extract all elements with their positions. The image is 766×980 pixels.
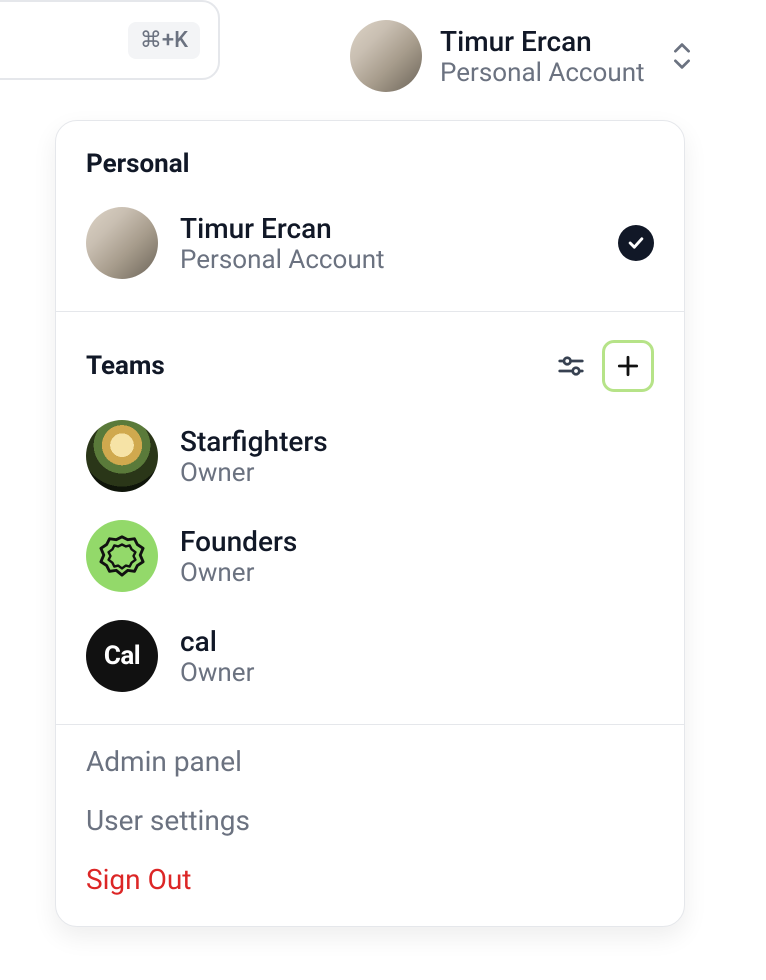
chevron-up-down-icon [671, 42, 693, 70]
admin-panel-link[interactable]: Admin panel [86, 745, 654, 778]
team-item-cal[interactable]: Cal cal Owner [56, 610, 684, 710]
badge-icon [99, 533, 145, 579]
plus-icon [615, 353, 641, 379]
search-box[interactable]: ⌘+K [0, 0, 220, 80]
teams-section-header: Teams [56, 312, 684, 410]
item-subtitle: Personal Account [180, 245, 596, 275]
team-item-starfighters[interactable]: Starfighters Owner [56, 410, 684, 510]
account-name: Timur Ercan [440, 25, 645, 58]
cal-logo-text: Cal [104, 641, 140, 671]
team-avatar: Cal [86, 620, 158, 692]
check-icon [618, 225, 654, 261]
sliders-icon[interactable] [556, 351, 586, 381]
keyboard-shortcut: ⌘+K [128, 22, 200, 59]
personal-section-title: Personal [86, 149, 190, 179]
user-settings-link[interactable]: User settings [86, 804, 654, 837]
team-role: Owner [180, 658, 654, 688]
team-avatar [86, 520, 158, 592]
account-switcher-panel: Personal Timur Ercan Personal Account Te… [55, 120, 685, 927]
team-name: cal [180, 625, 654, 658]
personal-section-header: Personal [56, 121, 684, 197]
item-name: Timur Ercan [180, 212, 596, 245]
team-role: Owner [180, 558, 654, 588]
team-avatar [86, 420, 158, 492]
sign-out-link[interactable]: Sign Out [86, 863, 654, 896]
personal-account-item[interactable]: Timur Ercan Personal Account [56, 197, 684, 297]
account-subtitle: Personal Account [440, 58, 645, 88]
avatar [86, 207, 158, 279]
avatar [350, 20, 422, 92]
add-team-button[interactable] [602, 340, 654, 392]
account-switcher-trigger[interactable]: Timur Ercan Personal Account [350, 20, 693, 92]
team-item-founders[interactable]: Founders Owner [56, 510, 684, 610]
team-name: Starfighters [180, 425, 654, 458]
team-name: Founders [180, 525, 654, 558]
menu-list: Admin panel User settings Sign Out [56, 725, 684, 896]
team-role: Owner [180, 458, 654, 488]
teams-section-title: Teams [86, 351, 165, 381]
